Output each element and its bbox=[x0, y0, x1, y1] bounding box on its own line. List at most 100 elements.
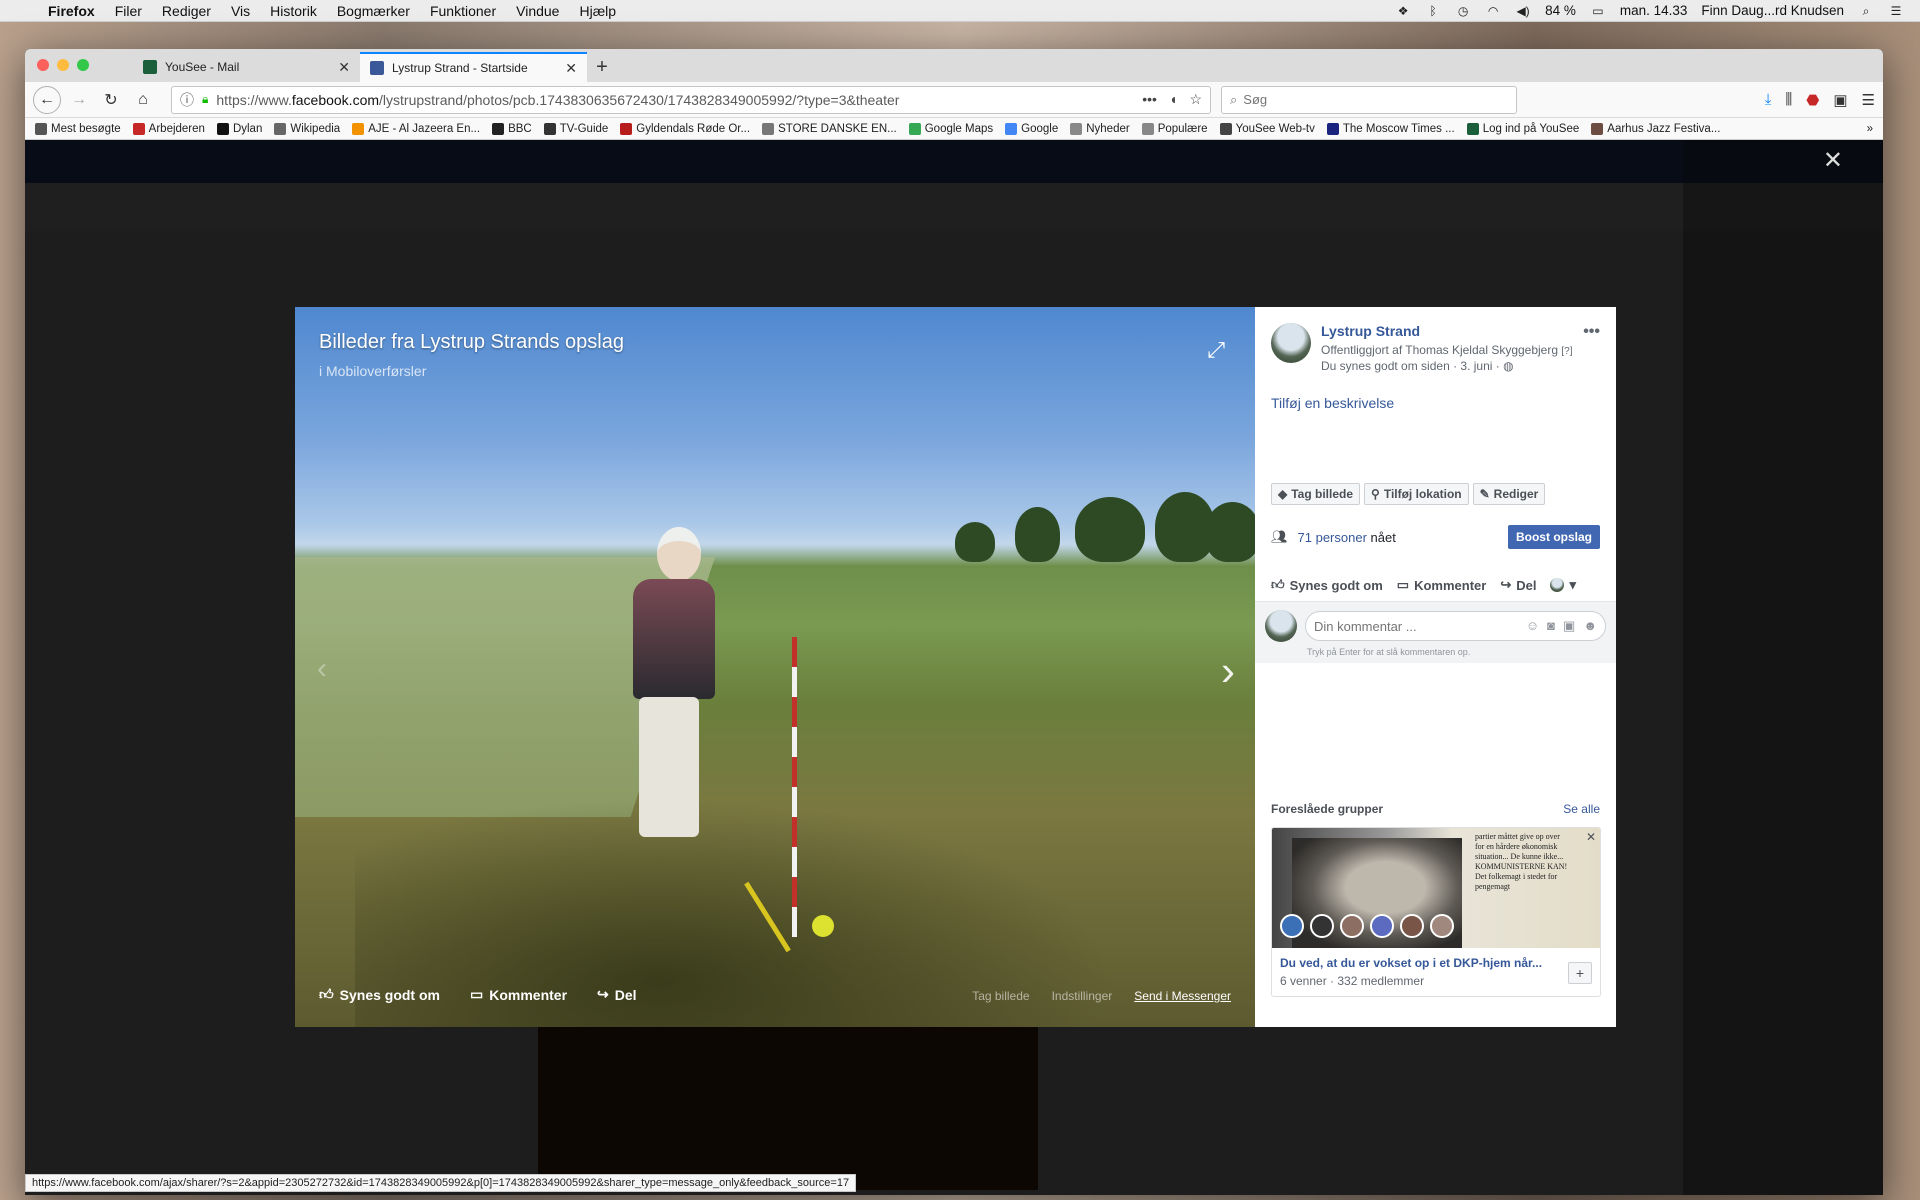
new-tab-button[interactable]: + bbox=[587, 52, 617, 82]
see-all-link[interactable]: Se alle bbox=[1563, 802, 1600, 816]
fullscreen-expand-icon[interactable]: ⤢ bbox=[1207, 337, 1225, 363]
photo-comment-button[interactable]: ▭ Kommenter bbox=[470, 986, 567, 1003]
wifi-icon[interactable]: ◠ bbox=[1485, 4, 1501, 18]
menu-rediger[interactable]: Rediger bbox=[162, 3, 211, 19]
battery-percentage[interactable]: 84 % bbox=[1545, 3, 1576, 18]
reload-button[interactable]: ↻ bbox=[97, 86, 125, 114]
tab-yousee-mail[interactable]: YouSee - Mail ✕ bbox=[133, 52, 360, 82]
bookmark-item[interactable]: Populære bbox=[1141, 122, 1208, 135]
url-text[interactable]: https://www.facebook.com/lystrupstrand/p… bbox=[216, 92, 1142, 108]
secure-lock-icon[interactable]: 🔒︎ bbox=[202, 92, 208, 107]
volume-icon[interactable]: ◀) bbox=[1515, 4, 1531, 18]
close-tab-icon[interactable]: ✕ bbox=[338, 59, 350, 76]
join-group-button[interactable]: + bbox=[1568, 962, 1592, 984]
tab-lystrup-strand[interactable]: Lystrup Strand - Startside ✕ bbox=[360, 52, 587, 82]
menu-historik[interactable]: Historik bbox=[270, 3, 317, 19]
comment-input[interactable] bbox=[1314, 618, 1526, 634]
previous-photo-icon[interactable]: ‹ bbox=[317, 652, 327, 686]
bookmark-item[interactable]: Arbejderen bbox=[132, 122, 205, 135]
suggested-group-card[interactable]: partier måttet give op over for en hårde… bbox=[1271, 827, 1601, 997]
bookmark-item[interactable]: Log ind på YouSee bbox=[1466, 122, 1579, 135]
battery-icon[interactable]: ▭ bbox=[1590, 4, 1606, 18]
menubar-user[interactable]: Finn Daug...rd Knudsen bbox=[1701, 3, 1844, 18]
photo-share-button[interactable]: ↪ Del bbox=[597, 986, 637, 1003]
dismiss-group-icon[interactable]: ✕ bbox=[1586, 830, 1596, 844]
bookmark-item[interactable]: Nyheder bbox=[1070, 122, 1130, 135]
menu-bogmaerker[interactable]: Bogmærker bbox=[337, 3, 410, 19]
pocket-icon[interactable]: ◖ bbox=[1169, 91, 1177, 108]
bookmark-item[interactable]: AJE - Al Jazeera En... bbox=[352, 122, 480, 135]
photo-album-link[interactable]: i Mobiloverførsler bbox=[319, 363, 426, 379]
close-window-button[interactable] bbox=[37, 59, 49, 71]
search-bar[interactable]: ⌕ bbox=[1221, 85, 1517, 114]
page-name-link[interactable]: Lystrup Strand bbox=[1321, 323, 1583, 339]
bookmark-item[interactable]: Dylan bbox=[216, 122, 262, 135]
spotlight-icon[interactable]: ⌕ bbox=[1858, 4, 1874, 18]
camera-icon[interactable]: ◙ bbox=[1547, 618, 1555, 634]
forward-button[interactable]: → bbox=[65, 86, 93, 114]
bookmark-item[interactable]: Mest besøgte bbox=[35, 122, 121, 135]
downloads-icon[interactable]: ⤓ bbox=[1765, 91, 1772, 108]
zoom-window-button[interactable] bbox=[77, 59, 89, 71]
tag-photo-link[interactable]: Tag billede bbox=[972, 989, 1029, 1003]
group-name-link[interactable]: Du ved, at du er vokset op i et DKP-hjem… bbox=[1272, 948, 1562, 970]
notification-center-icon[interactable]: ☰ bbox=[1888, 4, 1904, 18]
bookmark-item[interactable]: Aarhus Jazz Festiva... bbox=[1591, 122, 1720, 135]
send-in-messenger-link[interactable]: Send i Messenger bbox=[1134, 989, 1231, 1003]
menu-vis[interactable]: Vis bbox=[231, 3, 250, 19]
library-icon[interactable]: ⫼ bbox=[1785, 91, 1792, 108]
bookmarks-overflow-icon[interactable]: » bbox=[1867, 123, 1873, 135]
bluetooth-icon[interactable]: ᛒ bbox=[1425, 4, 1441, 18]
bookmark-item[interactable]: Google Maps bbox=[908, 122, 993, 135]
menu-hjaelp[interactable]: Hjælp bbox=[579, 3, 616, 19]
site-info-icon[interactable]: ⓘ bbox=[180, 90, 194, 110]
bookmark-item[interactable]: STORE DANSKE EN... bbox=[762, 122, 897, 135]
comment-button[interactable]: ▭ Kommenter bbox=[1397, 577, 1487, 593]
sidebar-icon[interactable]: ▣ bbox=[1833, 91, 1847, 109]
home-button[interactable]: ⌂ bbox=[129, 86, 157, 114]
emoji-icon[interactable]: ☺ bbox=[1526, 618, 1539, 634]
minimize-window-button[interactable] bbox=[57, 59, 69, 71]
boost-post-button[interactable]: Boost opslag bbox=[1507, 525, 1600, 549]
close-tab-icon[interactable]: ✕ bbox=[565, 60, 577, 77]
bookmark-item[interactable]: Wikipedia bbox=[274, 122, 340, 135]
menubar-clock[interactable]: man. 14.33 bbox=[1620, 3, 1688, 18]
bookmark-star-icon[interactable]: ☆ bbox=[1189, 91, 1202, 108]
add-description-link[interactable]: Tilføj en beskrivelse bbox=[1255, 373, 1616, 411]
post-as-selector[interactable]: ▾ bbox=[1550, 577, 1576, 593]
bookmark-item[interactable]: Google bbox=[1005, 122, 1058, 135]
sticker-icon[interactable]: ☻ bbox=[1583, 618, 1597, 634]
menu-app-name[interactable]: Firefox bbox=[48, 3, 95, 19]
bookmark-item[interactable]: TV-Guide bbox=[543, 122, 608, 135]
dropbox-icon[interactable]: ❖ bbox=[1395, 4, 1411, 18]
next-photo-icon[interactable]: › bbox=[1221, 647, 1235, 695]
menu-funktioner[interactable]: Funktioner bbox=[430, 3, 496, 19]
like-button[interactable]: 👍︎ Synes godt om bbox=[1271, 577, 1383, 593]
comment-box[interactable]: ☺ ◙ ▣ ☻ bbox=[1305, 611, 1606, 641]
page-avatar[interactable] bbox=[1271, 323, 1311, 363]
menu-filer[interactable]: Filer bbox=[115, 3, 142, 19]
bookmark-item[interactable]: YouSee Web-tv bbox=[1219, 122, 1315, 135]
more-options-icon[interactable]: ••• bbox=[1583, 323, 1600, 373]
gif-icon[interactable]: ▣ bbox=[1563, 618, 1575, 634]
hamburger-menu-icon[interactable]: ☰ bbox=[1862, 91, 1875, 109]
bookmark-item[interactable]: BBC bbox=[492, 122, 532, 135]
bookmark-item[interactable]: Gyldendals Røde Or... bbox=[620, 122, 750, 135]
back-button[interactable]: ← bbox=[33, 85, 61, 114]
close-theater-icon[interactable]: ✕ bbox=[1823, 146, 1843, 175]
time-machine-icon[interactable]: ◷ bbox=[1455, 4, 1471, 18]
tag-photo-button[interactable]: ◆ Tag billede bbox=[1271, 483, 1361, 505]
add-location-button[interactable]: ⚲ Tilføj lokation bbox=[1364, 483, 1469, 505]
menu-vindue[interactable]: Vindue bbox=[516, 3, 559, 19]
edit-button[interactable]: ✎ Rediger bbox=[1472, 483, 1546, 505]
url-bar[interactable]: ⓘ 🔒︎ https://www.facebook.com/lystrupstr… bbox=[171, 85, 1211, 114]
photo-viewer[interactable]: Billeder fra Lystrup Strands opslag i Mo… bbox=[295, 307, 1255, 1027]
adblock-icon[interactable]: ⬣ bbox=[1806, 91, 1819, 109]
page-actions-icon[interactable]: ••• bbox=[1142, 91, 1157, 108]
share-button[interactable]: ↪ Del bbox=[1500, 577, 1536, 593]
options-link[interactable]: Indstillinger bbox=[1052, 989, 1113, 1003]
photo-like-button[interactable]: 👍︎ Synes godt om bbox=[319, 986, 440, 1003]
reach-count-link[interactable]: 71 personer bbox=[1298, 530, 1367, 545]
search-input[interactable] bbox=[1243, 92, 1484, 107]
bookmark-item[interactable]: The Moscow Times ... bbox=[1326, 122, 1455, 135]
